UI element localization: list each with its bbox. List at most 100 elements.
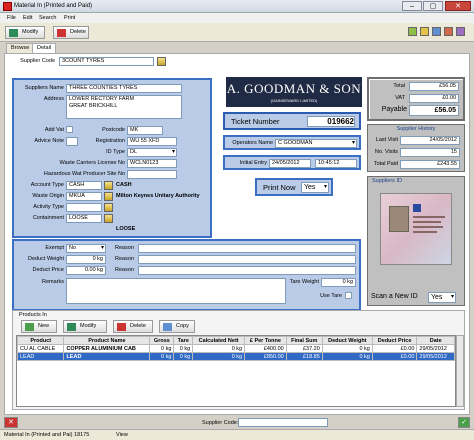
supplier-lookup-icon[interactable]	[157, 57, 166, 66]
remarks-label: Remarks	[41, 279, 64, 285]
cell-date: 29/05/2012	[416, 352, 455, 361]
use-tare-checkbox[interactable]	[345, 292, 352, 299]
deduct-price-label: Deduct Price	[32, 267, 65, 273]
registration-input[interactable]: WU 55 XFD	[127, 137, 177, 146]
cell-product: LEAD	[17, 352, 65, 361]
tool-icon-1[interactable]	[408, 27, 417, 36]
title-bar: Material In (Printed and Paid) – ▢ ✕	[0, 0, 474, 13]
containment-lookup-icon[interactable]	[104, 214, 113, 223]
visits-label: No. Visits	[374, 149, 398, 155]
waste-origin-lookup-icon[interactable]	[104, 192, 113, 201]
remarks-input[interactable]	[66, 278, 286, 304]
delete-product-button[interactable]: Delete	[113, 320, 153, 333]
reason-label-2: Reason	[115, 256, 134, 262]
add-vat-checkbox[interactable]	[66, 126, 73, 133]
confirm-icon[interactable]: ✓	[458, 417, 470, 428]
initial-entry-time[interactable]: 10:45:12	[315, 159, 357, 168]
operator-select[interactable]: C GOODMAN	[275, 139, 357, 148]
suppliers-name-label: Suppliers Name	[24, 85, 64, 91]
licence-line	[413, 216, 445, 218]
products-header-row: Product Product Name Gross Tare Calculat…	[17, 336, 455, 345]
maximize-button[interactable]: ▢	[423, 1, 443, 11]
menu-search[interactable]: Search	[39, 15, 56, 21]
advice-note-input[interactable]	[66, 137, 78, 146]
address-input[interactable]: LOWER RECTORY FARM GREAT BRICKHILL	[66, 95, 182, 119]
waste-origin-desc: Milton Keynes Unitary Authority	[116, 193, 200, 199]
col-product[interactable]: Product	[17, 336, 65, 345]
reason-input-1[interactable]	[138, 244, 356, 253]
new-product-button[interactable]: New	[21, 320, 57, 333]
menu-print[interactable]: Print	[64, 15, 75, 21]
window-title: Material In (Printed and Paid)	[14, 3, 93, 9]
table-row-selected[interactable]: LEAD LEAD 0 kg 0 kg 0 kg £850.00 £18.85 …	[17, 352, 455, 361]
scan-new-id-select[interactable]: Yes	[428, 292, 456, 303]
tool-icon-3[interactable]	[432, 27, 441, 36]
delete-button[interactable]: Delete	[53, 26, 89, 39]
print-now-select[interactable]: Yes	[301, 182, 329, 193]
ticket-number-label: Ticket Number	[231, 117, 280, 126]
licence-photo	[389, 206, 409, 232]
tab-detail[interactable]: Detail	[32, 43, 57, 53]
cell-product: CU AL CABLE	[17, 344, 65, 353]
id-type-select[interactable]: DL	[127, 148, 177, 157]
col-date[interactable]: Date	[416, 336, 455, 345]
reason-input-3[interactable]	[138, 266, 356, 275]
containment-input[interactable]: LOOSE	[66, 214, 102, 223]
account-type-input[interactable]: CASH	[66, 181, 102, 190]
suppliers-name-input[interactable]: THREE COUNTIES TYRES	[66, 84, 182, 93]
modify-icon	[67, 323, 76, 331]
copy-product-button[interactable]: Copy	[159, 320, 195, 333]
containment-label: Containment	[32, 215, 64, 221]
col-deduct-weight[interactable]: Deduct Weight	[321, 336, 373, 345]
account-type-desc: CASH	[116, 182, 132, 188]
print-now-box: Print Now Yes	[255, 178, 333, 196]
bottom-supplier-code-label: Supplier Code:	[202, 420, 239, 426]
deduct-weight-input[interactable]: 0 kg	[66, 255, 106, 264]
table-row[interactable]: CU AL CABLE COPPER ALUMINIUM CAB 0 kg 0 …	[17, 344, 455, 353]
supplier-code-input[interactable]: 3COUNT TYRES	[59, 57, 154, 66]
initial-entry-date[interactable]: 24/05/2012	[269, 159, 311, 168]
minimize-button[interactable]: –	[402, 1, 422, 11]
close-button[interactable]: ✕	[445, 1, 471, 11]
vat-value: £0.00	[409, 94, 459, 103]
menu-file[interactable]: File	[7, 15, 16, 21]
supplier-history-box: Supplier History Last Visit 24/05/2012 N…	[367, 124, 465, 172]
tab-browse[interactable]: Browse	[6, 43, 35, 53]
col-tare[interactable]: Tare	[173, 336, 194, 345]
col-product-name[interactable]: Product Name	[63, 336, 151, 345]
account-type-lookup-icon[interactable]	[104, 181, 113, 190]
bottom-supplier-code-input[interactable]	[238, 418, 328, 427]
exempt-label: Exempt	[45, 245, 64, 251]
reason-input-2[interactable]	[138, 255, 356, 264]
cancel-icon[interactable]: ✕	[4, 417, 18, 428]
cell-deduct-price: £0.00	[371, 352, 418, 361]
activity-type-input[interactable]	[66, 203, 102, 212]
cell-tare: 0 kg	[173, 344, 194, 353]
hazardous-site-input[interactable]	[127, 170, 177, 179]
col-final-sum[interactable]: Final Sum	[285, 336, 323, 345]
advice-note-label: Advice Note	[34, 138, 64, 144]
status-bar: Material In (Printed and Pai) 18175 View	[0, 429, 474, 440]
waste-carriers-input[interactable]: WCLN0123	[127, 159, 177, 168]
col-calculated-nett[interactable]: Calculated Nett	[192, 336, 246, 345]
tool-icon-4[interactable]	[444, 27, 453, 36]
cell-final-sum: £18.85	[285, 352, 323, 361]
modify-product-button[interactable]: Modify	[63, 320, 107, 333]
waste-origin-input[interactable]: MKUA	[66, 192, 102, 201]
tare-weight-input[interactable]: 0 kg	[321, 278, 356, 287]
col-per-tonne[interactable]: £ Per Tonne	[244, 336, 287, 345]
tool-icon-5[interactable]	[456, 27, 465, 36]
exempt-select[interactable]: No	[66, 244, 106, 253]
deductions-box: Exempt No Reason Deduct Weight 0 kg Reas…	[12, 239, 361, 311]
col-gross[interactable]: Gross	[149, 336, 175, 345]
total-value: £56.05	[409, 82, 459, 91]
tool-icon-2[interactable]	[420, 27, 429, 36]
status-right: View	[116, 432, 128, 438]
menu-edit[interactable]: Edit	[23, 15, 32, 21]
products-scrollbar[interactable]	[456, 335, 464, 407]
postcode-input[interactable]: MK	[127, 126, 163, 135]
col-deduct-price[interactable]: Deduct Price	[371, 336, 418, 345]
activity-type-lookup-icon[interactable]	[104, 203, 113, 212]
modify-button[interactable]: Modify	[5, 26, 45, 39]
deduct-price-input[interactable]: 0.00 kg	[66, 266, 106, 275]
